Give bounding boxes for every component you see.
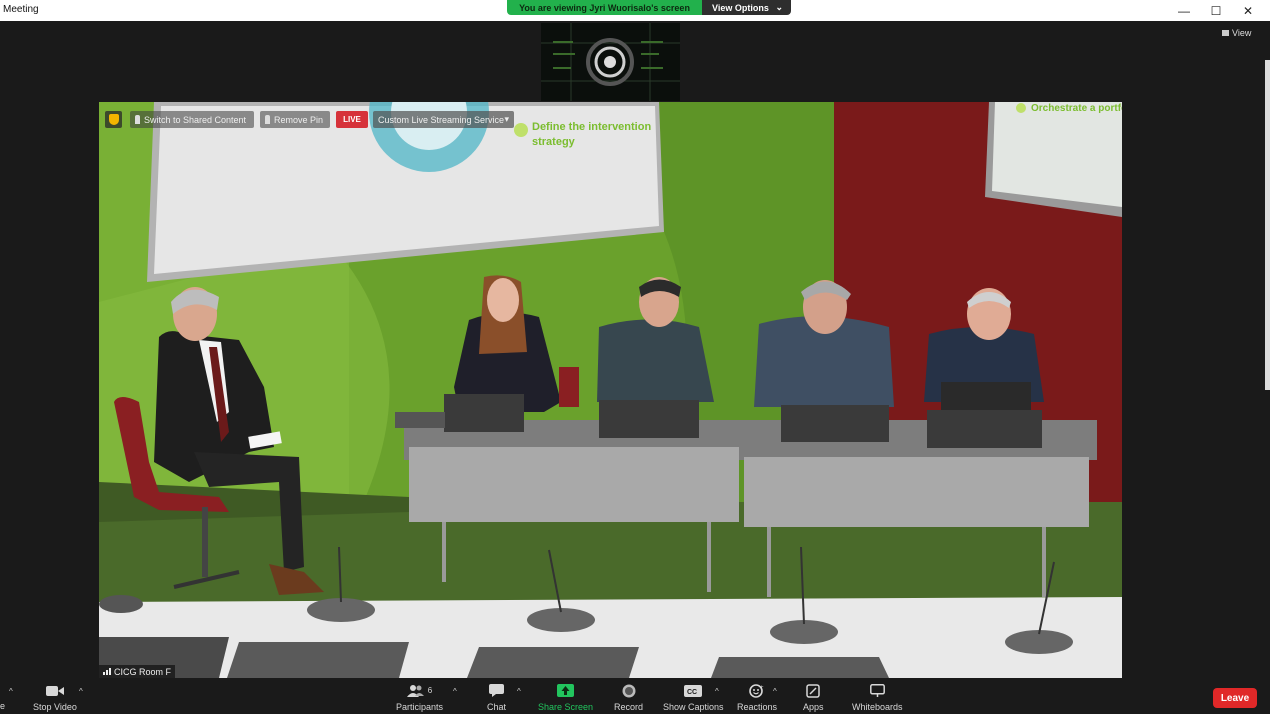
caret-down-icon: ▾ [504, 114, 509, 124]
window-edge [1265, 60, 1270, 390]
chat-button[interactable]: Chat [487, 683, 506, 712]
share-screen-icon [557, 683, 575, 698]
share-screen-button[interactable]: Share Screen [538, 683, 593, 712]
show-captions-label: Show Captions [663, 702, 724, 712]
audio-options-caret-icon[interactable]: ^ [9, 687, 13, 696]
captions-icon: CC [684, 683, 703, 698]
meeting-toolbar: ^ e Stop Video ^ 6 Participants ^ Chat ^… [0, 679, 1270, 714]
reactions-caret-icon[interactable]: ^ [773, 687, 777, 696]
smiley-plus-icon: + [749, 683, 765, 698]
video-options-caret-icon[interactable]: ^ [79, 687, 83, 696]
participant-name-label: CICG Room F [99, 665, 176, 678]
apps-button[interactable]: Apps [803, 683, 824, 712]
svg-text:CC: CC [687, 689, 697, 696]
svg-text:+: + [760, 685, 764, 691]
pin-icon [135, 115, 140, 124]
chat-label: Chat [487, 702, 507, 712]
maximize-icon[interactable]: ☐ [1200, 0, 1232, 21]
apps-label: Apps [803, 702, 824, 712]
participants-button[interactable]: 6 Participants [396, 683, 443, 712]
viewing-text: You are viewing Jyri Wuorisalo's screen [507, 0, 702, 15]
shared-screen-thumbnail[interactable] [541, 23, 680, 101]
whiteboard-icon [869, 683, 885, 698]
participants-icon: 6 [406, 683, 433, 698]
chat-caret-icon[interactable]: ^ [517, 687, 521, 696]
whiteboards-button[interactable]: Whiteboards [852, 683, 903, 712]
view-options-label: View Options [712, 2, 769, 13]
main-video[interactable]: Define the intervention strategy Orchest… [99, 102, 1122, 678]
record-button[interactable]: Record [614, 683, 643, 712]
grid-icon [1222, 30, 1229, 36]
live-badge[interactable]: LIVE [336, 111, 368, 128]
view-button-label: View [1232, 28, 1252, 38]
view-button[interactable]: View [1222, 28, 1251, 38]
room-name: CICG Room F [114, 666, 172, 677]
stop-video-label: Stop Video [33, 702, 77, 712]
chevron-down-icon: ⌄ [775, 2, 783, 12]
window-title: Meeting [3, 4, 39, 15]
stop-video-button[interactable]: Stop Video [33, 683, 77, 712]
remove-pin-button[interactable]: Remove Pin [260, 111, 330, 128]
participants-label: Participants [396, 702, 444, 712]
participants-count: 6 [427, 686, 433, 695]
apps-icon [806, 683, 820, 698]
pin-icon [265, 115, 270, 124]
reactions-label: Reactions [737, 702, 778, 712]
remove-pin-label: Remove Pin [274, 114, 324, 125]
viewing-banner: You are viewing Jyri Wuorisalo's screen … [507, 0, 791, 15]
share-screen-label: Share Screen [538, 702, 594, 712]
encryption-shield-icon[interactable] [105, 111, 122, 128]
signal-bars-icon [103, 668, 111, 675]
slide-line-1: Define the intervention [532, 121, 651, 133]
clipped-label: e [0, 701, 6, 711]
stream-label: Custom Live Streaming Service [378, 114, 505, 125]
chat-bubble-icon [489, 683, 504, 698]
whiteboards-label: Whiteboards [852, 702, 903, 712]
switch-label: Switch to Shared Content [144, 114, 247, 125]
slide-line-2: strategy [532, 136, 576, 148]
minimize-icon[interactable]: — [1168, 0, 1200, 21]
live-stream-dropdown[interactable]: Custom Live Streaming Service ▾ [373, 111, 514, 128]
record-label: Record [614, 702, 644, 712]
video-camera-icon [45, 683, 64, 698]
conference-room-scene: Define the intervention strategy Orchest… [99, 102, 1122, 678]
captions-caret-icon[interactable]: ^ [715, 687, 719, 696]
reactions-button[interactable]: + Reactions [737, 683, 777, 712]
close-icon[interactable]: ✕ [1232, 0, 1264, 21]
leave-button[interactable]: Leave [1213, 688, 1257, 708]
view-options-button[interactable]: View Options ⌄ [702, 0, 791, 15]
switch-to-shared-content-button[interactable]: Switch to Shared Content [130, 111, 254, 128]
participants-caret-icon[interactable]: ^ [453, 687, 457, 696]
record-icon [622, 683, 636, 698]
side-slide-text: Orchestrate a portfolio [1031, 103, 1122, 114]
